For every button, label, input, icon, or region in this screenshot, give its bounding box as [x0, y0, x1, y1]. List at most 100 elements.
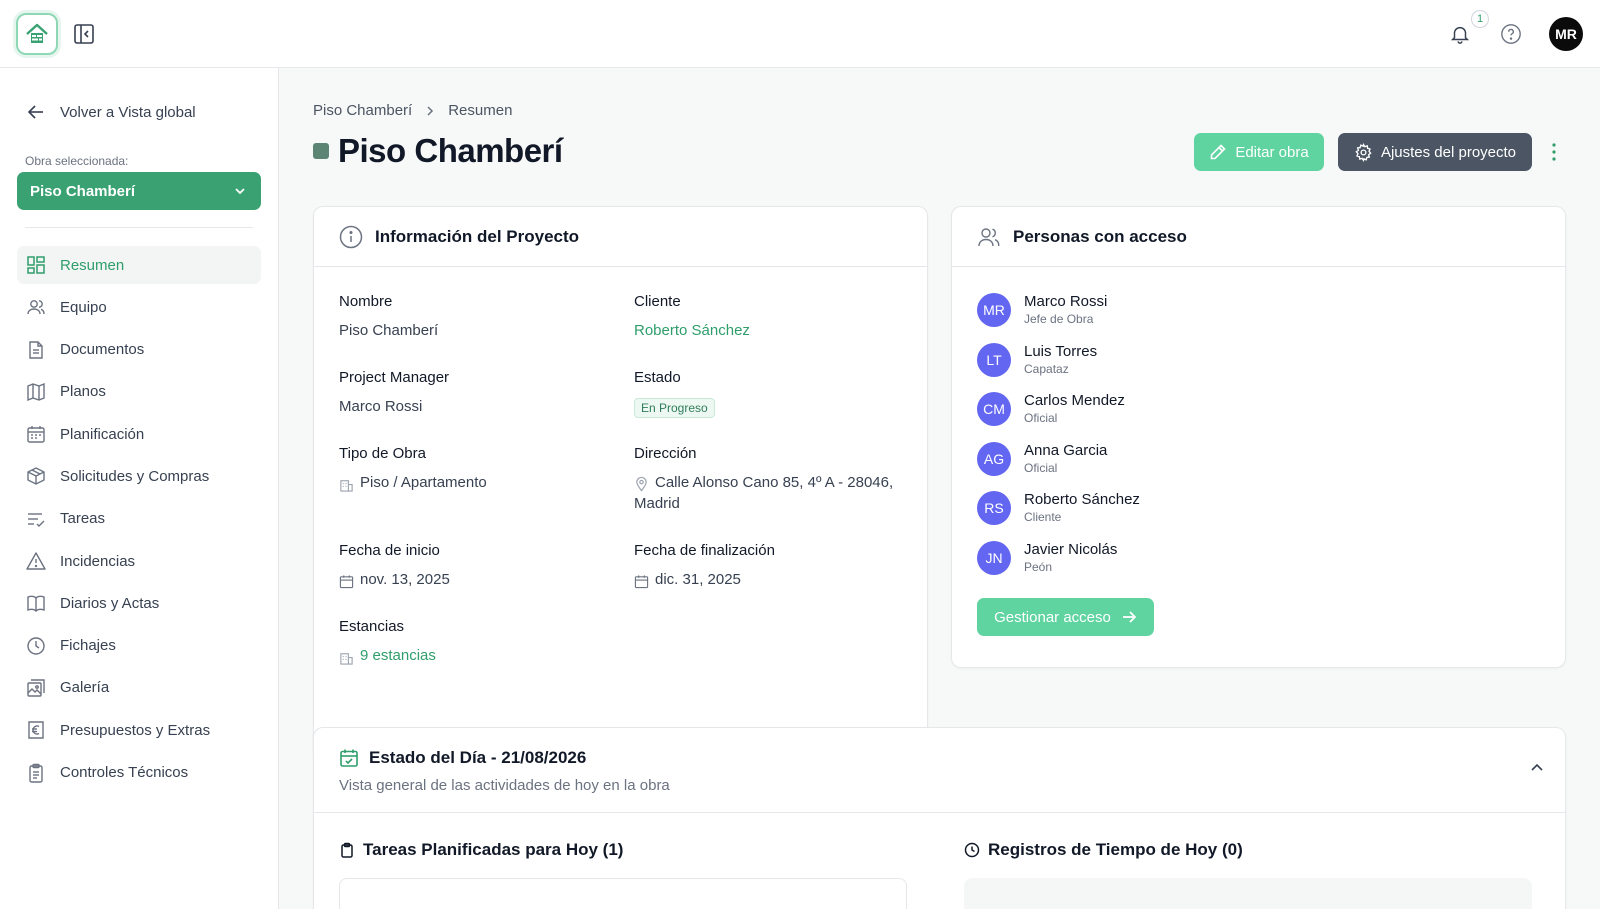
inicio-text: nov. 13, 2025 [360, 571, 450, 588]
obra-selector-label: Obra seleccionada: [25, 154, 129, 168]
gear-icon [1355, 142, 1372, 162]
person-row[interactable]: AG Anna Garcia Oficial [977, 441, 1108, 476]
person-name: Anna Garcia [1024, 441, 1108, 459]
clipboard-icon [29, 763, 43, 783]
euro-icon [28, 721, 44, 739]
sidebar-item-diarios[interactable]: Diarios y Actas [17, 584, 261, 622]
inicio-value: nov. 13, 2025 [339, 571, 450, 589]
clipboard-icon [341, 842, 353, 858]
nombre-label: Nombre [339, 293, 393, 310]
sidebar-item-incidencias[interactable]: Incidencias [17, 542, 261, 580]
tipo-text: Piso / Apartamento [360, 474, 487, 491]
obra-selector[interactable]: Piso Chamberí [17, 172, 261, 210]
sidebar-item-presupuestos[interactable]: Presupuestos y Extras [17, 711, 261, 749]
calendar-icon [634, 575, 649, 589]
sidebar-item-planificacion[interactable]: Planificación [17, 415, 261, 453]
document-icon [29, 340, 43, 359]
day-status-header: Estado del Día - 21/08/2026 [339, 748, 586, 768]
estado-label: Estado [634, 369, 681, 386]
sidebar-item-planos[interactable]: Planos [17, 373, 261, 411]
users-icon [978, 227, 1000, 246]
app-logo[interactable] [16, 13, 58, 55]
person-text: Luis Torres Capataz [1024, 343, 1097, 377]
clock-icon [27, 636, 45, 655]
cliente-link[interactable]: Roberto Sánchez [634, 322, 750, 339]
sidebar-item-controles[interactable]: Controles Técnicos [17, 754, 261, 792]
person-name: Roberto Sánchez [1024, 491, 1140, 508]
project-info-card: Información del Proyecto Nombre Piso Cha… [313, 206, 928, 763]
manage-access-button[interactable]: Gestionar acceso [977, 598, 1154, 636]
person-row[interactable]: JN Javier Nicolás Peón [977, 540, 1118, 575]
top-bar: 1 MR [0, 0, 1600, 68]
person-name: Javier Nicolás [1024, 540, 1118, 558]
tipo-value: Piso / Apartamento [339, 474, 487, 492]
person-avatar: JN [977, 540, 1011, 575]
time-records-panel [964, 878, 1532, 909]
map-pin-icon [636, 476, 647, 492]
back-to-global-link[interactable]: Volver a Vista global [26, 102, 196, 122]
sidebar-item-label: Planos [60, 383, 106, 401]
help-button[interactable] [1497, 20, 1525, 48]
collapse-sidebar-button[interactable] [70, 20, 98, 48]
user-avatar[interactable]: MR [1549, 17, 1583, 51]
project-settings-button[interactable]: Ajustes del proyecto [1338, 133, 1532, 171]
sidebar-item-resumen[interactable]: Resumen [17, 246, 261, 284]
package-icon [27, 467, 45, 486]
sidebar-item-solicitudes[interactable]: Solicitudes y Compras [17, 457, 261, 495]
breadcrumb-current: Resumen [448, 102, 513, 119]
edit-obra-button[interactable]: Editar obra [1194, 133, 1324, 171]
sidebar-item-documentos[interactable]: Documentos [17, 331, 261, 369]
person-row[interactable]: LT Luis Torres Capataz [977, 342, 1097, 377]
sidebar-collapse-icon [74, 24, 94, 44]
sidebar-item-tareas[interactable]: Tareas [17, 500, 261, 538]
main-content: Piso Chamberí Resumen Piso Chamberí Edit… [279, 68, 1600, 909]
clock-icon [964, 842, 980, 858]
task-list-item[interactable] [339, 878, 907, 909]
sidebar-item-label: Resumen [60, 256, 125, 274]
time-records-header: Registros de Tiempo de Hoy (0) [964, 840, 1243, 860]
arrow-left-icon [27, 105, 43, 119]
project-info-title: Información del Proyecto [375, 226, 580, 246]
person-name: Marco Rossi [1024, 293, 1108, 310]
chevron-up-icon[interactable] [1527, 758, 1547, 778]
person-avatar: MR [977, 293, 1011, 327]
breadcrumb-parent[interactable]: Piso Chamberí [313, 102, 412, 119]
sidebar-item-equipo[interactable]: Equipo [17, 288, 261, 326]
person-role: Cliente [1024, 510, 1062, 524]
sidebar-item-label: Solicitudes y Compras [60, 467, 210, 485]
sidebar-item-label: Tareas [60, 510, 106, 528]
day-status-subtitle: Vista general de las actividades de hoy … [339, 777, 670, 794]
project-info-header: Información del Proyecto [314, 207, 927, 267]
fin-value: dic. 31, 2025 [634, 571, 741, 589]
sidebar-item-fichajes[interactable]: Fichajes [17, 627, 261, 665]
project-color-swatch [313, 143, 329, 159]
sidebar-item-label: Fichajes [60, 637, 116, 655]
person-text: Marco Rossi Jefe de Obra [1024, 293, 1107, 327]
estancias-link[interactable]: 9 estancias [339, 647, 436, 665]
calendar-icon [339, 575, 354, 589]
person-row[interactable]: RS Roberto Sánchez Cliente [977, 491, 1140, 525]
book-icon [27, 596, 45, 613]
bell-icon [1450, 26, 1470, 44]
warning-icon [26, 552, 46, 570]
person-row[interactable]: MR Marco Rossi Jefe de Obra [977, 293, 1107, 327]
people-access-title: Personas con acceso [1013, 226, 1187, 246]
tipo-label: Tipo de Obra [339, 445, 426, 462]
direccion-line-1-wrap: Calle Alonso Cano 85, 4º A - 28046, [634, 474, 893, 492]
more-options-button[interactable] [1544, 138, 1564, 166]
building-icon [340, 653, 353, 665]
calendar-check-icon [340, 749, 358, 767]
sidebar-item-label: Documentos [60, 341, 145, 359]
estancias-label: Estancias [339, 618, 405, 635]
person-row[interactable]: CM Carlos Mendez Oficial [977, 392, 1125, 426]
inicio-label: Fecha de inicio [339, 542, 440, 559]
people-access-card: Personas con acceso MR Marco Rossi Jefe d… [951, 206, 1566, 668]
sidebar-item-label: Equipo [60, 298, 107, 316]
pencil-icon [1211, 144, 1226, 160]
notifications-button[interactable] [1446, 20, 1474, 48]
info-icon [339, 225, 363, 248]
person-role: Jefe de Obra [1024, 312, 1094, 326]
person-name: Carlos Mendez [1024, 392, 1125, 409]
sidebar-item-galeria[interactable]: Galería [17, 669, 261, 707]
edit-obra-label: Editar obra [1235, 143, 1309, 161]
